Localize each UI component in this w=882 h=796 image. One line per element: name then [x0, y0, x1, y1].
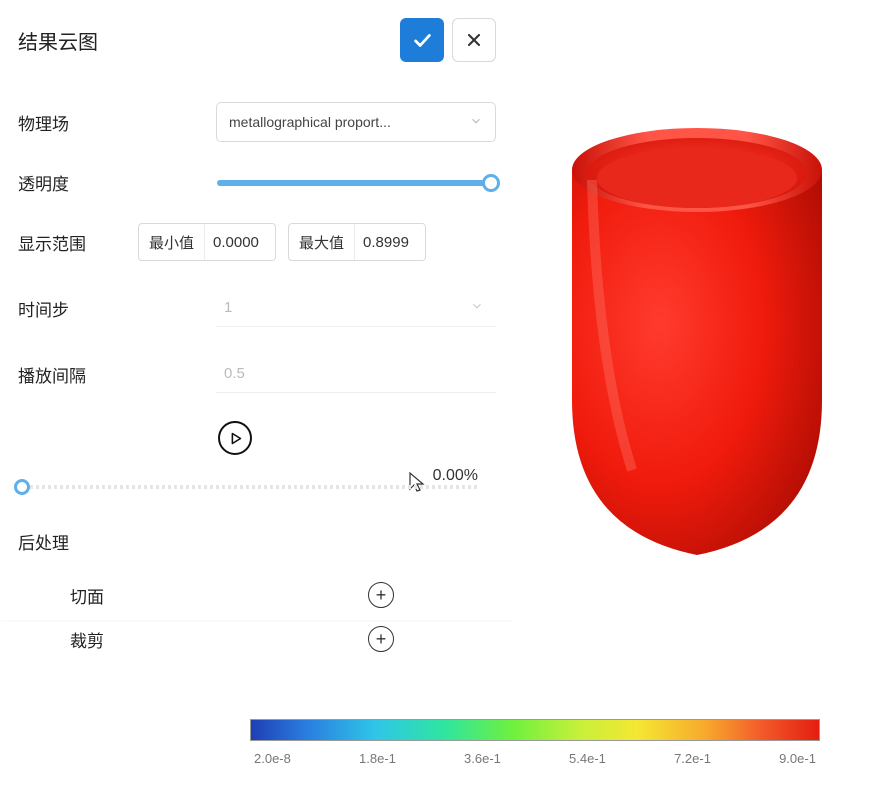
legend-tick: 5.4e-1	[569, 751, 606, 766]
check-icon	[411, 29, 433, 51]
progress-percent: 0.00%	[433, 467, 478, 485]
timestep-value: 1	[224, 299, 232, 316]
progress-thumb[interactable]	[14, 479, 30, 495]
legend-bar	[250, 719, 820, 741]
range-min-box: 最小值	[138, 223, 276, 261]
confirm-button[interactable]	[400, 18, 444, 62]
play-icon	[228, 431, 243, 446]
panel-header: 结果云图	[18, 18, 496, 62]
settings-panel: 结果云图 物理场 metallographical proport... 透明度	[0, 0, 512, 620]
close-icon	[464, 30, 484, 50]
interval-input[interactable]: 0.5	[216, 355, 496, 393]
section-cut-label: 切面	[18, 583, 208, 608]
play-button[interactable]	[218, 421, 252, 455]
interval-row: 播放间隔 0.5	[18, 355, 496, 393]
plus-icon: +	[376, 629, 387, 650]
opacity-slider[interactable]	[217, 180, 492, 186]
opacity-slider-fill	[217, 180, 492, 186]
add-section-cut-button[interactable]: +	[368, 582, 394, 608]
interval-value: 0.5	[224, 365, 245, 382]
chevron-down-icon	[469, 114, 483, 131]
range-label: 显示范围	[18, 230, 138, 255]
add-crop-button[interactable]: +	[368, 626, 394, 652]
range-max-box: 最大值	[288, 223, 426, 261]
timestep-row: 时间步 1	[18, 289, 496, 327]
plus-icon: +	[376, 585, 387, 606]
section-cut-row: 切面 +	[18, 582, 496, 608]
opacity-slider-thumb[interactable]	[482, 174, 500, 192]
physics-field-label: 物理场	[18, 110, 138, 135]
range-max-input[interactable]	[355, 224, 425, 260]
legend-tick: 1.8e-1	[359, 751, 396, 766]
timestep-select[interactable]: 1	[216, 289, 496, 327]
progress-row: 0.00%	[18, 485, 496, 489]
play-row	[18, 421, 496, 455]
range-row: 显示范围 最小值 最大值	[18, 223, 496, 261]
header-buttons	[400, 18, 496, 62]
range-min-input[interactable]	[205, 224, 275, 260]
range-min-label: 最小值	[139, 224, 205, 260]
legend-tick: 7.2e-1	[674, 751, 711, 766]
physics-field-row: 物理场 metallographical proport...	[18, 102, 496, 142]
opacity-row: 透明度	[18, 170, 496, 195]
color-legend: 2.0e-8 1.8e-1 3.6e-1 5.4e-1 7.2e-1 9.0e-…	[250, 719, 820, 766]
timestep-label: 时间步	[18, 296, 138, 321]
progress-slider[interactable]	[18, 485, 478, 489]
model-render	[512, 0, 882, 620]
opacity-label: 透明度	[18, 170, 138, 195]
panel-title: 结果云图	[18, 26, 98, 55]
close-button[interactable]	[452, 18, 496, 62]
range-group: 最小值 最大值	[138, 223, 496, 261]
legend-tick: 3.6e-1	[464, 751, 501, 766]
legend-tick: 9.0e-1	[779, 751, 816, 766]
interval-label: 播放间隔	[18, 362, 138, 387]
legend-ticks: 2.0e-8 1.8e-1 3.6e-1 5.4e-1 7.2e-1 9.0e-…	[250, 751, 820, 766]
range-max-label: 最大值	[289, 224, 355, 260]
crop-row: 裁剪 +	[18, 626, 496, 652]
postprocess-title: 后处理	[18, 529, 496, 554]
chevron-down-icon	[470, 299, 484, 317]
physics-field-value: metallographical proport...	[229, 114, 391, 130]
cursor-icon	[408, 471, 426, 496]
crop-label: 裁剪	[18, 627, 208, 652]
viewport-3d[interactable]	[512, 0, 882, 620]
legend-tick: 2.0e-8	[254, 751, 291, 766]
physics-field-select[interactable]: metallographical proport...	[216, 102, 496, 142]
